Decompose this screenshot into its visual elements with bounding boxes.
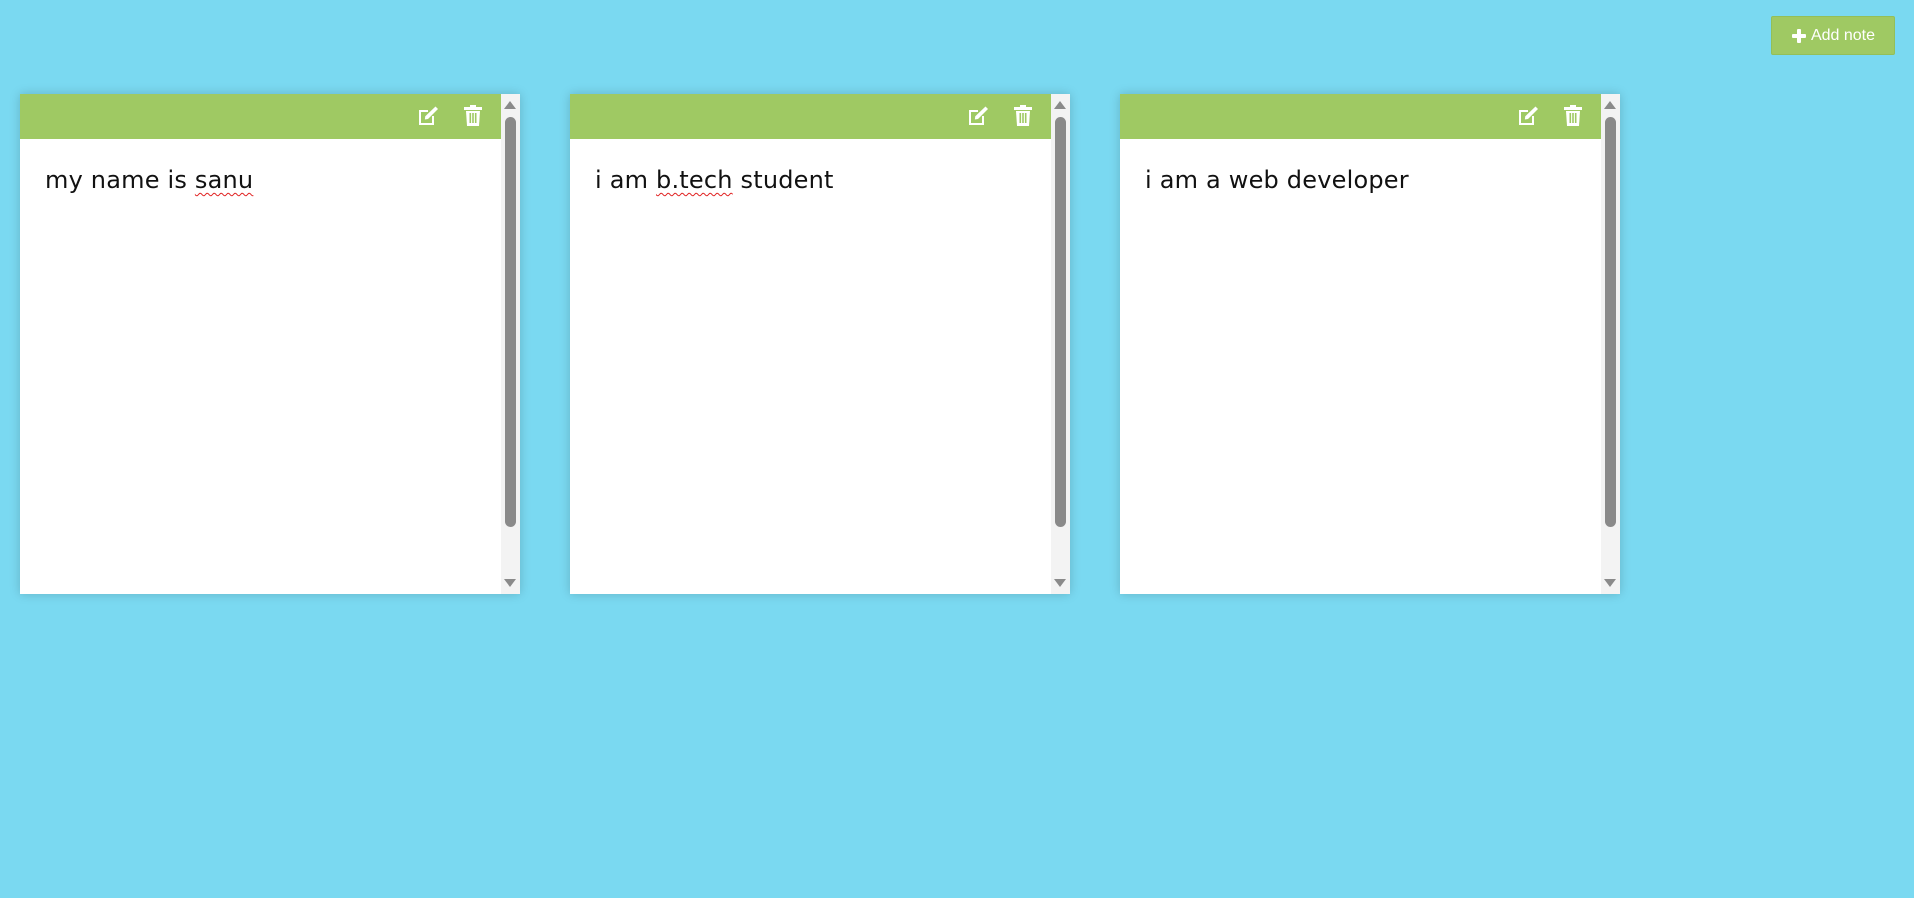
edit-icon[interactable] bbox=[416, 104, 440, 128]
scrollbar[interactable] bbox=[1601, 94, 1620, 594]
misspelled-word: sanu bbox=[194, 166, 254, 194]
note-text[interactable]: i am b.tech student bbox=[595, 166, 1035, 194]
note-card: i am a web developer bbox=[1120, 94, 1620, 594]
note-header bbox=[20, 94, 501, 139]
trash-icon[interactable] bbox=[1011, 104, 1035, 128]
edit-icon[interactable] bbox=[966, 104, 990, 128]
scrollbar-thumb[interactable] bbox=[505, 117, 516, 527]
note-text-part: i am a web developer bbox=[1145, 166, 1409, 194]
scroll-up-arrow-icon[interactable] bbox=[1604, 101, 1616, 109]
note-card: i am b.tech student bbox=[570, 94, 1070, 594]
scroll-up-arrow-icon[interactable] bbox=[1054, 101, 1066, 109]
add-note-label: Add note bbox=[1810, 26, 1876, 44]
scroll-down-arrow-icon[interactable] bbox=[1604, 579, 1616, 587]
note-text-part: i am bbox=[595, 166, 657, 194]
note-card: my name is sanu bbox=[20, 94, 520, 594]
scroll-up-arrow-icon[interactable] bbox=[504, 101, 516, 109]
trash-icon[interactable] bbox=[1561, 104, 1585, 128]
scrollbar[interactable] bbox=[1051, 94, 1070, 594]
note-text[interactable]: my name is sanu bbox=[45, 166, 485, 194]
note-text-part: student bbox=[732, 166, 834, 194]
add-note-button[interactable]: Add note bbox=[1771, 16, 1895, 55]
note-text-part: my name is bbox=[45, 166, 195, 194]
misspelled-word: b.tech bbox=[656, 166, 733, 194]
edit-icon[interactable] bbox=[1516, 104, 1540, 128]
trash-icon[interactable] bbox=[461, 104, 485, 128]
note-header bbox=[570, 94, 1051, 139]
scrollbar[interactable] bbox=[501, 94, 520, 594]
note-text[interactable]: i am a web developer bbox=[1145, 166, 1585, 194]
scrollbar-thumb[interactable] bbox=[1605, 117, 1616, 527]
scroll-down-arrow-icon[interactable] bbox=[1054, 579, 1066, 587]
plus-icon bbox=[1791, 28, 1806, 43]
scroll-down-arrow-icon[interactable] bbox=[504, 579, 516, 587]
note-header bbox=[1120, 94, 1601, 139]
scrollbar-thumb[interactable] bbox=[1055, 117, 1066, 527]
